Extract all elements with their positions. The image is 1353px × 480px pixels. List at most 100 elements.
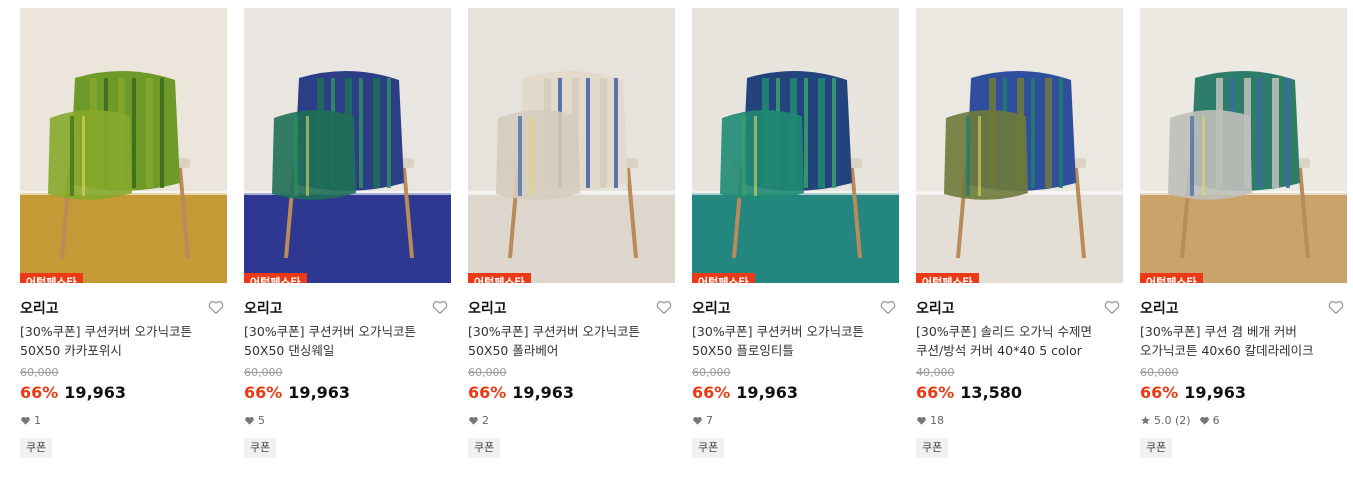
product-title[interactable]: [30%쿠폰] 쿠션커버 오가닉코튼 50X50 폴라베어 bbox=[468, 322, 675, 360]
heart-outline-icon[interactable] bbox=[655, 298, 673, 316]
coupon-badge: 쿠폰 bbox=[692, 438, 725, 458]
price-row: 66% 19,963 bbox=[692, 383, 798, 402]
price-row: 66% 19,963 bbox=[1140, 383, 1246, 402]
product-card[interactable]: 어텀페스타 오리고 [30%쿠폰] 쿠션커버 오가닉코튼 50X50 카카포위시… bbox=[20, 8, 227, 470]
product-title[interactable]: [30%쿠폰] 쿠션커버 오가닉코튼 50X50 댄싱웨일 bbox=[244, 322, 451, 360]
rating-value: 5.0 (2) bbox=[1154, 414, 1191, 427]
product-image[interactable]: 어텀페스타 bbox=[916, 8, 1123, 283]
event-tag: 어텀페스타 bbox=[468, 273, 531, 283]
product-image[interactable]: 어텀페스타 bbox=[692, 8, 899, 283]
review-meta: 5 bbox=[244, 414, 265, 427]
product-image[interactable]: 어텀페스타 bbox=[20, 8, 227, 283]
original-price: 60,000 bbox=[1140, 366, 1179, 379]
like-count: 2 bbox=[482, 414, 489, 427]
product-title[interactable]: [30%쿠폰] 쿠션커버 오가닉코튼 50X50 카카포위시 bbox=[20, 322, 227, 360]
price-row: 66% 13,580 bbox=[916, 383, 1022, 402]
product-title-line: 50X50 댄싱웨일 bbox=[244, 343, 335, 358]
product-title-line: 오가닉코튼 40x60 칼데라레이크 bbox=[1140, 343, 1314, 358]
product-photo bbox=[244, 8, 451, 283]
product-title-line: [30%쿠폰] 쿠션커버 오가닉코튼 bbox=[244, 324, 416, 339]
original-price: 60,000 bbox=[692, 366, 731, 379]
product-title-line: [30%쿠폰] 쿠션커버 오가닉코튼 bbox=[468, 324, 640, 339]
like-count: 1 bbox=[34, 414, 41, 427]
star-icon bbox=[1140, 415, 1151, 426]
event-tag: 어텀페스타 bbox=[1140, 273, 1203, 283]
product-photo bbox=[916, 8, 1123, 283]
heart-outline-icon[interactable] bbox=[1327, 298, 1345, 316]
brand-name[interactable]: 오리고 bbox=[20, 298, 59, 318]
product-image[interactable]: 어텀페스타 bbox=[244, 8, 451, 283]
discount-rate: 66% bbox=[244, 383, 283, 402]
heart-filled-icon bbox=[1199, 415, 1210, 426]
product-card[interactable]: 어텀페스타 오리고 [30%쿠폰] 쿠션 겸 베개 커버 오가닉코튼 40x60… bbox=[1140, 8, 1347, 470]
review-meta: 18 bbox=[916, 414, 944, 427]
original-price: 40,000 bbox=[916, 366, 955, 379]
discount-rate: 66% bbox=[1140, 383, 1179, 402]
brand-name[interactable]: 오리고 bbox=[1140, 298, 1179, 318]
coupon-badge: 쿠폰 bbox=[20, 438, 53, 458]
review-meta: 1 bbox=[20, 414, 41, 427]
product-photo bbox=[1140, 8, 1347, 283]
coupon-badge: 쿠폰 bbox=[468, 438, 501, 458]
brand-name[interactable]: 오리고 bbox=[692, 298, 731, 318]
product-title-line: [30%쿠폰] 쿠션커버 오가닉코튼 bbox=[692, 324, 864, 339]
like-count: 18 bbox=[930, 414, 944, 427]
product-card[interactable]: 어텀페스타 오리고 [30%쿠폰] 쿠션커버 오가닉코튼 50X50 댄싱웨일 … bbox=[244, 8, 451, 470]
product-title-line: 50X50 카카포위시 bbox=[20, 343, 122, 358]
price-row: 66% 19,963 bbox=[468, 383, 574, 402]
heart-outline-icon[interactable] bbox=[207, 298, 225, 316]
product-title-line: 50X50 플로잉티틀 bbox=[692, 343, 794, 358]
product-card[interactable]: 어텀페스타 오리고 [30%쿠폰] 쿠션커버 오가닉코튼 50X50 플로잉티틀… bbox=[692, 8, 899, 470]
original-price: 60,000 bbox=[244, 366, 283, 379]
product-image[interactable]: 어텀페스타 bbox=[468, 8, 675, 283]
event-tag: 어텀페스타 bbox=[20, 273, 83, 283]
product-title-line: [30%쿠폰] 솔리드 오가닉 수제면 bbox=[916, 324, 1092, 339]
product-title-line: 50X50 폴라베어 bbox=[468, 343, 559, 358]
coupon-badge: 쿠폰 bbox=[1140, 438, 1173, 458]
heart-filled-icon bbox=[244, 415, 255, 426]
discount-rate: 66% bbox=[20, 383, 59, 402]
sale-price: 19,963 bbox=[288, 383, 351, 402]
coupon-badge: 쿠폰 bbox=[916, 438, 949, 458]
brand-name[interactable]: 오리고 bbox=[916, 298, 955, 318]
sale-price: 19,963 bbox=[1184, 383, 1247, 402]
brand-name[interactable]: 오리고 bbox=[244, 298, 283, 318]
heart-filled-icon bbox=[692, 415, 703, 426]
event-tag: 어텀페스타 bbox=[916, 273, 979, 283]
discount-rate: 66% bbox=[916, 383, 955, 402]
product-photo bbox=[692, 8, 899, 283]
sale-price: 19,963 bbox=[64, 383, 127, 402]
discount-rate: 66% bbox=[468, 383, 507, 402]
review-meta: 7 bbox=[692, 414, 713, 427]
event-tag: 어텀페스타 bbox=[692, 273, 755, 283]
heart-outline-icon[interactable] bbox=[1103, 298, 1121, 316]
product-title[interactable]: [30%쿠폰] 쿠션 겸 베개 커버 오가닉코튼 40x60 칼데라레이크 bbox=[1140, 322, 1347, 360]
product-image[interactable]: 어텀페스타 bbox=[1140, 8, 1347, 283]
product-card[interactable]: 어텀페스타 오리고 [30%쿠폰] 쿠션커버 오가닉코튼 50X50 폴라베어 … bbox=[468, 8, 675, 470]
heart-filled-icon bbox=[916, 415, 927, 426]
review-meta: 2 bbox=[468, 414, 489, 427]
heart-filled-icon bbox=[468, 415, 479, 426]
discount-rate: 66% bbox=[692, 383, 731, 402]
sale-price: 19,963 bbox=[736, 383, 799, 402]
price-row: 66% 19,963 bbox=[244, 383, 350, 402]
product-title[interactable]: [30%쿠폰] 쿠션커버 오가닉코튼 50X50 플로잉티틀 bbox=[692, 322, 899, 360]
product-title-line: 쿠션/방석 커버 40*40 5 color bbox=[916, 343, 1082, 358]
original-price: 60,000 bbox=[468, 366, 507, 379]
like-count: 7 bbox=[706, 414, 713, 427]
heart-outline-icon[interactable] bbox=[431, 298, 449, 316]
product-title-line: [30%쿠폰] 쿠션 겸 베개 커버 bbox=[1140, 324, 1297, 339]
price-row: 66% 19,963 bbox=[20, 383, 126, 402]
like-count: 6 bbox=[1212, 414, 1220, 427]
heart-outline-icon[interactable] bbox=[879, 298, 897, 316]
original-price: 60,000 bbox=[20, 366, 59, 379]
product-grid: 어텀페스타 오리고 [30%쿠폰] 쿠션커버 오가닉코튼 50X50 카카포위시… bbox=[0, 0, 1353, 480]
sale-price: 19,963 bbox=[512, 383, 575, 402]
sale-price: 13,580 bbox=[960, 383, 1023, 402]
product-card[interactable]: 어텀페스타 오리고 [30%쿠폰] 솔리드 오가닉 수제면 쿠션/방석 커버 4… bbox=[916, 8, 1123, 470]
brand-name[interactable]: 오리고 bbox=[468, 298, 507, 318]
product-title-line: [30%쿠폰] 쿠션커버 오가닉코튼 bbox=[20, 324, 192, 339]
product-title[interactable]: [30%쿠폰] 솔리드 오가닉 수제면 쿠션/방석 커버 40*40 5 col… bbox=[916, 322, 1123, 360]
product-photo bbox=[468, 8, 675, 283]
event-tag: 어텀페스타 bbox=[244, 273, 307, 283]
